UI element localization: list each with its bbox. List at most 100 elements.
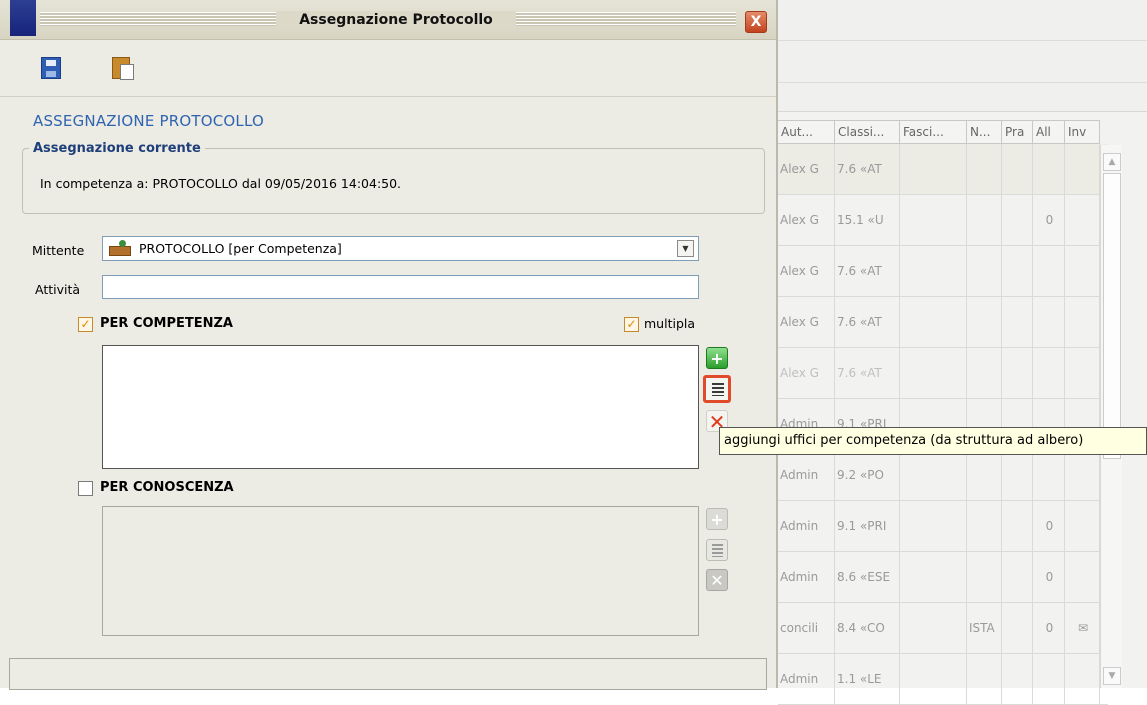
table-row[interactable]: Admin 9.1 «PRI 0 bbox=[778, 501, 1108, 552]
multipla-label: multipla bbox=[644, 316, 696, 331]
grid-cell-inv: ✉ bbox=[1065, 603, 1100, 654]
grid-cell-class: 7.6 «AT bbox=[835, 144, 900, 195]
grid-cell-inv bbox=[1065, 654, 1100, 705]
grid-cell-inv bbox=[1065, 195, 1100, 246]
per-conoscenza-label: PER CONOSCENZA bbox=[100, 480, 234, 495]
conoscenza-list bbox=[102, 506, 699, 636]
table-row[interactable]: Admin 8.6 «ESE 0 bbox=[778, 552, 1108, 603]
grid-cell-class: 8.4 «CO bbox=[835, 603, 900, 654]
grid-column-header[interactable]: Pra bbox=[1002, 120, 1033, 144]
table-row[interactable]: Alex G 15.1 «U 0 bbox=[778, 195, 1108, 246]
grid-cell bbox=[1002, 501, 1033, 552]
add-conoscenza-tree-button bbox=[706, 539, 728, 561]
grid-column-header[interactable]: All bbox=[1033, 120, 1065, 144]
close-button[interactable]: X bbox=[745, 11, 767, 33]
table-row[interactable]: Admin 1.1 «LE bbox=[778, 654, 1108, 705]
dialog-content: ASSEGNAZIONE PROTOCOLLO Assegnazione cor… bbox=[0, 98, 776, 690]
current-assignment-text: In competenza a: PROTOCOLLO dal 09/05/20… bbox=[40, 176, 402, 191]
grid-cell-inv bbox=[1065, 552, 1100, 603]
office-person-icon bbox=[107, 240, 135, 257]
divider bbox=[778, 82, 1147, 83]
grid-cell bbox=[900, 144, 967, 195]
add-conoscenza-button: + bbox=[706, 508, 728, 530]
grid-column-header[interactable]: Inv bbox=[1065, 120, 1100, 144]
dialog-titlebar[interactable]: Assegnazione Protocollo X bbox=[0, 0, 776, 40]
grid-cell-attach bbox=[1033, 297, 1065, 348]
tooltip: aggiungi uffici per competenza (da strut… bbox=[719, 427, 1147, 455]
dialog-title: Assegnazione Protocollo bbox=[276, 11, 516, 29]
grid-cell-author: Admin bbox=[778, 654, 835, 705]
per-conoscenza-checkbox[interactable] bbox=[78, 481, 93, 496]
table-row[interactable]: Alex G 7.6 «AT bbox=[778, 144, 1108, 195]
grid-cell-inv bbox=[1065, 348, 1100, 399]
mittente-label: Mittente bbox=[32, 243, 85, 258]
attivita-label: Attività bbox=[35, 282, 81, 297]
grid-cell-inv bbox=[1065, 144, 1100, 195]
table-row[interactable]: Admin 9.2 «PO bbox=[778, 450, 1108, 501]
plus-icon: + bbox=[710, 510, 724, 529]
notes-field[interactable] bbox=[9, 658, 767, 690]
scroll-up-icon[interactable]: ▲ bbox=[1103, 153, 1121, 171]
chevron-down-icon[interactable]: ▼ bbox=[677, 240, 694, 257]
background-document-list: Aut... Classi... Fasci... N... Pra All Inv Ale… bbox=[778, 0, 1147, 705]
grid-cell-attach bbox=[1033, 246, 1065, 297]
competenza-list[interactable] bbox=[102, 345, 699, 469]
grid-cell bbox=[900, 246, 967, 297]
grid-cell bbox=[900, 603, 967, 654]
scroll-down-icon[interactable]: ▼ bbox=[1103, 667, 1121, 685]
grid-column-header[interactable]: Fasci... bbox=[900, 120, 967, 144]
grid-cell bbox=[900, 195, 967, 246]
tree-structure-icon bbox=[712, 383, 724, 396]
grid-cell-class: 15.1 «U bbox=[835, 195, 900, 246]
grid-column-header[interactable]: Classi... bbox=[835, 120, 900, 144]
grid-cell-num bbox=[967, 297, 1002, 348]
grid-vertical-scrollbar[interactable]: ▲ ▼ bbox=[1100, 145, 1122, 688]
grid-cell bbox=[1002, 450, 1033, 501]
grid-cell-inv bbox=[1065, 297, 1100, 348]
grid-cell-num: ISTA bbox=[967, 603, 1002, 654]
grid-cell bbox=[900, 552, 967, 603]
grid-cell-class: 7.6 «AT bbox=[835, 246, 900, 297]
grid-cell-author: Admin bbox=[778, 450, 835, 501]
mittente-selected-value: PROTOCOLLO [per Competenza] bbox=[139, 241, 342, 256]
table-row[interactable]: Alex G 7.6 «AT bbox=[778, 348, 1108, 399]
grid-cell-attach: 0 bbox=[1033, 552, 1065, 603]
grid-cell bbox=[900, 450, 967, 501]
grid-cell-num bbox=[967, 144, 1002, 195]
grid-cell-class: 9.1 «PRI bbox=[835, 501, 900, 552]
per-competenza-checkbox[interactable]: ✓ bbox=[78, 317, 93, 332]
grid-cell bbox=[900, 501, 967, 552]
clipboard-button[interactable] bbox=[110, 55, 136, 81]
attivita-input[interactable] bbox=[102, 275, 699, 299]
mittente-select[interactable]: PROTOCOLLO [per Competenza] ▼ bbox=[102, 236, 699, 261]
grid-cell-author: concili bbox=[778, 603, 835, 654]
grid-cell-author: Alex G bbox=[778, 195, 835, 246]
dialog-toolbar bbox=[0, 41, 776, 97]
grid-cell bbox=[1002, 297, 1033, 348]
grid-cell-class: 9.2 «PO bbox=[835, 450, 900, 501]
floppy-disk-icon bbox=[41, 57, 61, 79]
grid-cell bbox=[1002, 246, 1033, 297]
grid-column-header[interactable]: N... bbox=[967, 120, 1002, 144]
grid-cell bbox=[1002, 654, 1033, 705]
scroll-thumb[interactable] bbox=[1103, 173, 1121, 459]
table-row[interactable]: concili 8.4 «CO ISTA 0 ✉ bbox=[778, 603, 1108, 654]
current-assignment-legend: Assegnazione corrente bbox=[29, 141, 205, 156]
grid-cell-num bbox=[967, 552, 1002, 603]
grid-cell-num bbox=[967, 195, 1002, 246]
grid-cell-num bbox=[967, 450, 1002, 501]
table-row[interactable]: Alex G 7.6 «AT bbox=[778, 246, 1108, 297]
grid-cell bbox=[1002, 552, 1033, 603]
save-button[interactable] bbox=[38, 55, 64, 81]
grid-column-header[interactable]: Aut... bbox=[778, 120, 835, 144]
per-competenza-label: PER COMPETENZA bbox=[100, 316, 233, 331]
grid-cell-author: Alex G bbox=[778, 348, 835, 399]
table-row[interactable]: Alex G 7.6 «AT bbox=[778, 297, 1108, 348]
multipla-checkbox[interactable]: ✓ bbox=[624, 317, 639, 332]
grid-cell-class: 1.1 «LE bbox=[835, 654, 900, 705]
grid-cell-attach bbox=[1033, 450, 1065, 501]
add-competenza-button[interactable]: + bbox=[706, 347, 728, 369]
section-heading: ASSEGNAZIONE PROTOCOLLO bbox=[33, 112, 264, 130]
grid-cell-class: 7.6 «AT bbox=[835, 348, 900, 399]
add-competenza-tree-button[interactable] bbox=[703, 375, 731, 403]
